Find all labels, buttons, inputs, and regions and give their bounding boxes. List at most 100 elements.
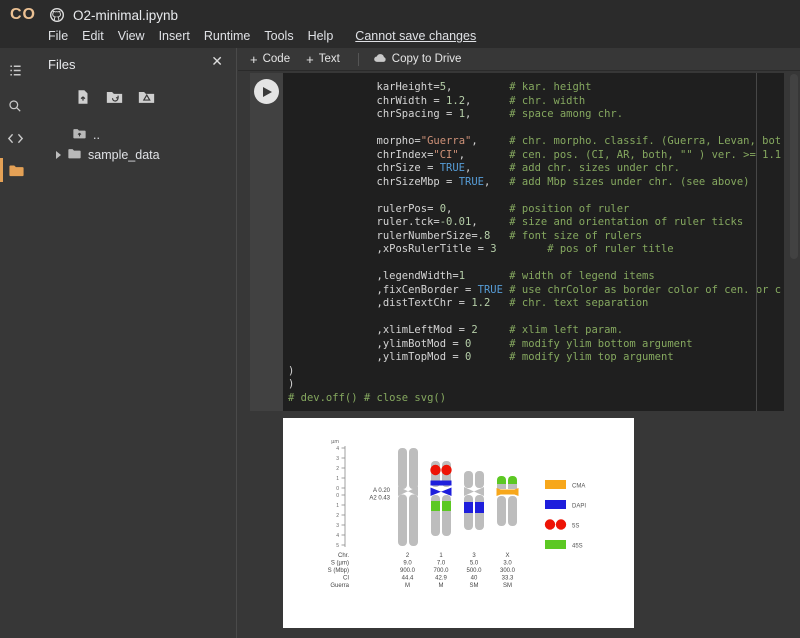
svg-text:S (µm): S (µm) [331, 561, 349, 567]
menu-tools[interactable]: Tools [264, 29, 293, 43]
brand-row: CO O2-minimal.ipynb [10, 5, 178, 25]
tree-item-parent-dir[interactable]: .. [30, 125, 237, 145]
five-s-signal [441, 465, 451, 475]
colab-logo[interactable]: CO [10, 6, 46, 24]
notebook-toolbar: + Code + Text Copy to Drive [238, 48, 800, 71]
menu-view[interactable]: View [118, 29, 145, 43]
files-icon[interactable] [0, 158, 30, 182]
menu-file[interactable]: File [48, 29, 68, 43]
run-cell-button[interactable] [254, 79, 279, 104]
copy-to-drive-button[interactable]: Copy to Drive [373, 52, 462, 66]
svg-text:1: 1 [439, 553, 443, 559]
svg-text:0: 0 [336, 493, 339, 499]
plot-annotation: A2 0.43 [369, 496, 390, 502]
svg-text:Chr.: Chr. [338, 553, 349, 559]
tree-item-label: sample_data [88, 148, 160, 162]
svg-text:500.0: 500.0 [466, 568, 482, 574]
left-sidebar: Files ✕ .. [0, 48, 237, 638]
menu-help[interactable]: Help [308, 29, 334, 43]
svg-text:9.0: 9.0 [403, 561, 412, 567]
code-snippets-icon[interactable] [0, 126, 30, 150]
svg-text:42.9: 42.9 [435, 576, 447, 582]
plus-icon: + [250, 54, 258, 65]
table-of-contents-icon[interactable] [0, 58, 30, 82]
menu-edit[interactable]: Edit [82, 29, 104, 43]
chromosome-3 [464, 471, 484, 530]
dapi-band [464, 502, 473, 513]
svg-text:2: 2 [406, 553, 410, 559]
svg-text:2: 2 [336, 466, 339, 472]
icon-rail [0, 48, 30, 638]
file-tree: .. sample_data [30, 125, 237, 165]
svg-text:4: 4 [336, 446, 339, 452]
tree-item-sample-data[interactable]: sample_data [30, 145, 237, 165]
svg-text:5S: 5S [572, 524, 579, 530]
svg-text:300.0: 300.0 [500, 568, 516, 574]
svg-text:SM: SM [470, 583, 479, 589]
add-text-button[interactable]: + Text [306, 53, 340, 65]
files-panel-title: Files [48, 57, 75, 72]
upload-file-icon[interactable] [74, 88, 92, 111]
plus-icon: + [306, 54, 314, 65]
five-s-signal [430, 465, 440, 475]
svg-text:1: 1 [336, 503, 339, 509]
svg-text:4: 4 [336, 533, 339, 539]
notebook-area: + Code + Text Copy to Drive karHeight=5,… [238, 48, 800, 638]
svg-text:900.0: 900.0 [400, 568, 416, 574]
svg-text:CI: CI [343, 576, 349, 582]
svg-text:2: 2 [336, 513, 339, 519]
notebook-title[interactable]: O2-minimal.ipynb [73, 8, 178, 23]
tree-item-label: .. [93, 128, 100, 142]
forty-five-s-band [442, 501, 451, 511]
chromosome-2 [398, 448, 418, 546]
menu-runtime[interactable]: Runtime [204, 29, 251, 43]
github-icon[interactable] [49, 7, 65, 23]
cma-band [497, 490, 519, 495]
folder-icon [67, 147, 82, 163]
svg-text:CMA: CMA [572, 484, 585, 490]
svg-text:0: 0 [336, 486, 339, 492]
dapi-band [431, 481, 452, 486]
toolbar-separator [358, 53, 359, 66]
svg-text:40: 40 [471, 576, 478, 582]
search-icon[interactable] [0, 94, 30, 118]
notebook-scrollbar-thumb[interactable] [790, 74, 798, 259]
files-actions [74, 88, 237, 111]
code-editor[interactable]: karHeight=5, # kar. height chrWidth = 1.… [283, 73, 784, 411]
cell-output-plot: µm 43210012345 A 0.20 A2 0.43 [283, 418, 634, 628]
play-icon [263, 87, 272, 97]
svg-text:5.0: 5.0 [470, 561, 479, 567]
folder-up-icon [72, 127, 87, 143]
plot-table: Chr.213XS (µm)9.07.05.03.0S (Mbp)900.070… [328, 553, 516, 589]
dapi-band [475, 502, 484, 513]
app-header: CO O2-minimal.ipynb File Edit View Inser… [0, 0, 800, 48]
svg-text:3: 3 [336, 456, 339, 462]
cloud-drive-icon [373, 52, 387, 66]
svg-text:Guerra: Guerra [330, 583, 349, 589]
svg-text:S (Mbp): S (Mbp) [328, 568, 349, 574]
plot-legend: CMADAPI5S45S [545, 480, 587, 550]
ruler-unit-label: µm [331, 439, 339, 445]
plot-ruler: 43210012345 [336, 446, 345, 549]
menu-bar: File Edit View Insert Runtime Tools Help… [48, 29, 476, 43]
save-status-link[interactable]: Cannot save changes [355, 29, 476, 43]
forty-five-s-band [431, 501, 440, 511]
svg-text:3.0: 3.0 [503, 561, 512, 567]
cell-gutter [250, 73, 283, 411]
svg-text:M: M [405, 583, 410, 589]
idiogram-figure: µm 43210012345 A 0.20 A2 0.43 [283, 418, 634, 628]
close-icon[interactable]: ✕ [211, 54, 223, 68]
mount-drive-icon[interactable] [137, 88, 156, 111]
svg-text:M: M [439, 583, 444, 589]
chromosome-1 [430, 461, 451, 536]
chromosome-x [497, 476, 519, 526]
add-code-button[interactable]: + Code [250, 53, 290, 65]
svg-text:44.4: 44.4 [402, 576, 414, 582]
code-cell: karHeight=5, # kar. height chrWidth = 1.… [250, 73, 784, 411]
expand-chevron-icon[interactable] [56, 151, 61, 159]
refresh-folder-icon[interactable] [105, 88, 124, 111]
svg-text:33.3: 33.3 [502, 576, 514, 582]
editor-scrollbar[interactable] [756, 73, 757, 411]
menu-insert[interactable]: Insert [159, 29, 190, 43]
svg-text:45S: 45S [572, 544, 583, 550]
